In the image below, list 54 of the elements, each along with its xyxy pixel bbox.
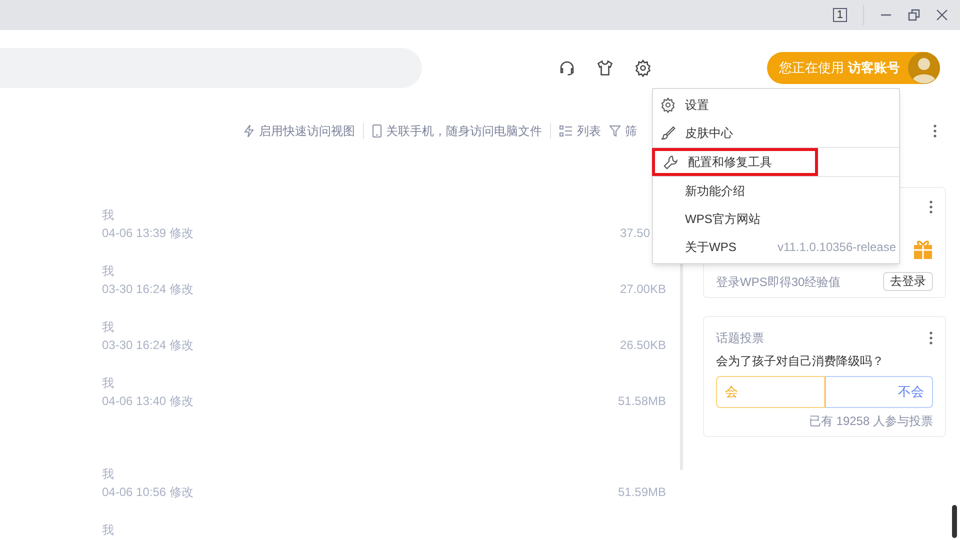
brush-icon — [660, 125, 676, 141]
toolbar-button[interactable]: 列表 — [559, 122, 601, 140]
restore-icon[interactable] — [908, 9, 920, 21]
menu-item[interactable]: 新功能介绍 — [652, 177, 900, 205]
menu-item[interactable]: WPS官方网站 — [652, 205, 900, 233]
account-name: 访客账号 — [848, 59, 900, 78]
file-size: 51.59MB — [618, 484, 666, 501]
scrollbar-thumb[interactable] — [952, 505, 957, 538]
filter-icon — [609, 125, 621, 137]
settings-icon[interactable] — [634, 59, 652, 77]
shirt-icon[interactable] — [596, 59, 614, 77]
lightning-icon — [243, 124, 255, 138]
file-size: 37.50 — [620, 225, 650, 242]
toolbar-button[interactable]: 启用快速访问视图 — [243, 122, 355, 140]
file-modified-time: 04-06 13:39 修改 — [102, 225, 194, 242]
file-owner: 我 — [102, 522, 115, 539]
file-modified-time: 04-06 10:56 修改 — [102, 484, 194, 501]
menu-item[interactable]: 设置 — [652, 91, 900, 119]
list-icon — [559, 125, 573, 137]
menu-item[interactable]: 皮肤中心 — [652, 119, 900, 147]
more-icon[interactable] — [933, 124, 937, 138]
poll-question: 会为了孩子对自己消费降级吗？ — [716, 353, 885, 370]
file-size: 26.50KB — [620, 337, 666, 354]
poll-title: 话题投票 — [716, 330, 764, 347]
file-owner: 我 — [102, 207, 115, 224]
login-button[interactable]: 去登录 — [883, 272, 933, 291]
page-count-indicator[interactable]: 1 — [832, 8, 847, 22]
version-text: v11.1.0.10356-release — [777, 239, 896, 256]
file-owner: 我 — [102, 466, 115, 483]
headset-icon[interactable] — [558, 59, 576, 77]
file-owner: 我 — [102, 375, 115, 392]
settings-icon — [660, 97, 676, 113]
file-modified-time: 03-30 16:24 修改 — [102, 281, 194, 298]
avatar-icon — [908, 52, 940, 84]
toolbar-button[interactable]: 筛 — [609, 122, 637, 140]
more-icon[interactable] — [929, 200, 933, 214]
file-modified-time: 04-06 13:40 修改 — [102, 393, 194, 410]
toolbar-button[interactable]: 关联手机，随身访问电脑文件 — [372, 122, 542, 140]
file-owner: 我 — [102, 263, 115, 280]
file-size: 27.00KB — [620, 281, 666, 298]
poll-participants: 已有 19258 人参与投票 — [808, 413, 933, 430]
wrench-icon — [663, 154, 679, 170]
menu-item[interactable]: 配置和修复工具 — [652, 148, 818, 176]
phone-icon — [372, 124, 382, 138]
gift-icon — [913, 238, 933, 260]
file-owner: 我 — [102, 319, 115, 336]
file-modified-time: 03-30 16:24 修改 — [102, 337, 194, 354]
poll-option[interactable]: 不会 — [824, 376, 933, 408]
login-reward-text: 登录WPS即得30经验值 — [716, 274, 841, 290]
file-size: 51.58MB — [618, 393, 666, 410]
close-icon[interactable] — [936, 9, 948, 21]
account-status: 您正在使用 — [779, 59, 844, 78]
menu-item[interactable]: 关于WPS v11.1.0.10356-release — [652, 233, 900, 261]
more-icon[interactable] — [929, 331, 933, 345]
